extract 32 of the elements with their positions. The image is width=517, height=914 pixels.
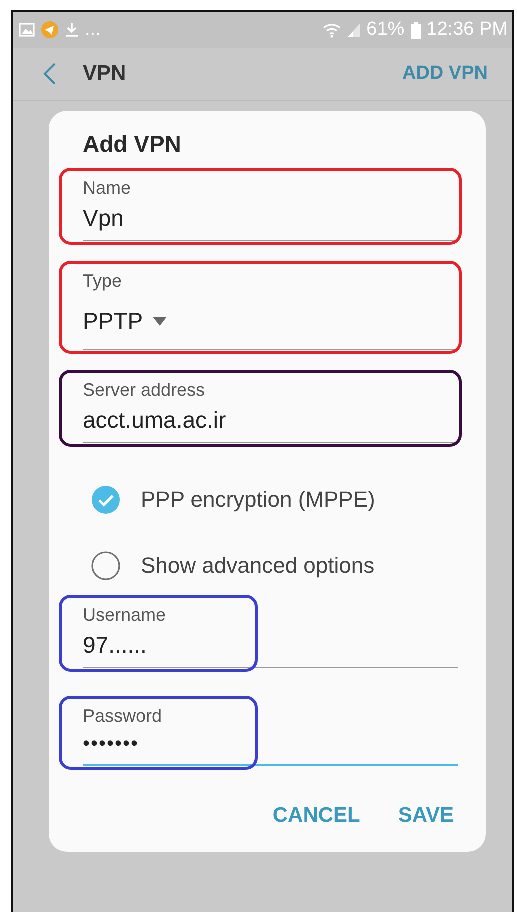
clock: 12:36 PM <box>426 19 508 41</box>
dropdown-caret-icon <box>153 317 168 326</box>
option-label: Show advanced options <box>141 553 375 579</box>
battery-percent: 61% <box>366 19 405 41</box>
input-field[interactable]: Type PPTP <box>83 265 458 350</box>
input-field[interactable]: Password ••••••• <box>83 700 458 766</box>
battery-icon <box>410 22 421 38</box>
field-label: Type <box>83 271 124 292</box>
image-icon <box>19 23 35 37</box>
checkbox[interactable] <box>91 551 121 581</box>
checkbox[interactable] <box>91 485 121 515</box>
input-field[interactable]: Username 97...... <box>83 599 458 668</box>
field-label: Password <box>83 706 164 727</box>
signal-icon <box>346 22 361 38</box>
field-value: Vpn <box>83 205 125 232</box>
input-field[interactable]: Name Vpn <box>83 172 458 241</box>
option-label: PPP encryption (MPPE) <box>141 487 376 513</box>
field-value: PPTP <box>83 308 458 335</box>
back-icon[interactable] <box>43 62 57 86</box>
field-label: Username <box>83 605 168 626</box>
field-label: Server address <box>83 380 206 401</box>
field-value: acct.uma.ac.ir <box>83 407 228 434</box>
input-field[interactable]: Server address acct.uma.ac.ir <box>83 374 458 443</box>
screen-title: VPN <box>83 62 126 86</box>
download-icon <box>65 22 79 38</box>
paper-plane-icon <box>41 21 59 39</box>
field-value: ••••••• <box>83 733 140 756</box>
field-value: 97...... <box>83 632 148 659</box>
dialog-title: Add VPN <box>83 131 182 158</box>
wifi-icon <box>322 22 341 38</box>
field-label: Name <box>83 178 132 199</box>
more-notifications: ... <box>85 19 101 41</box>
